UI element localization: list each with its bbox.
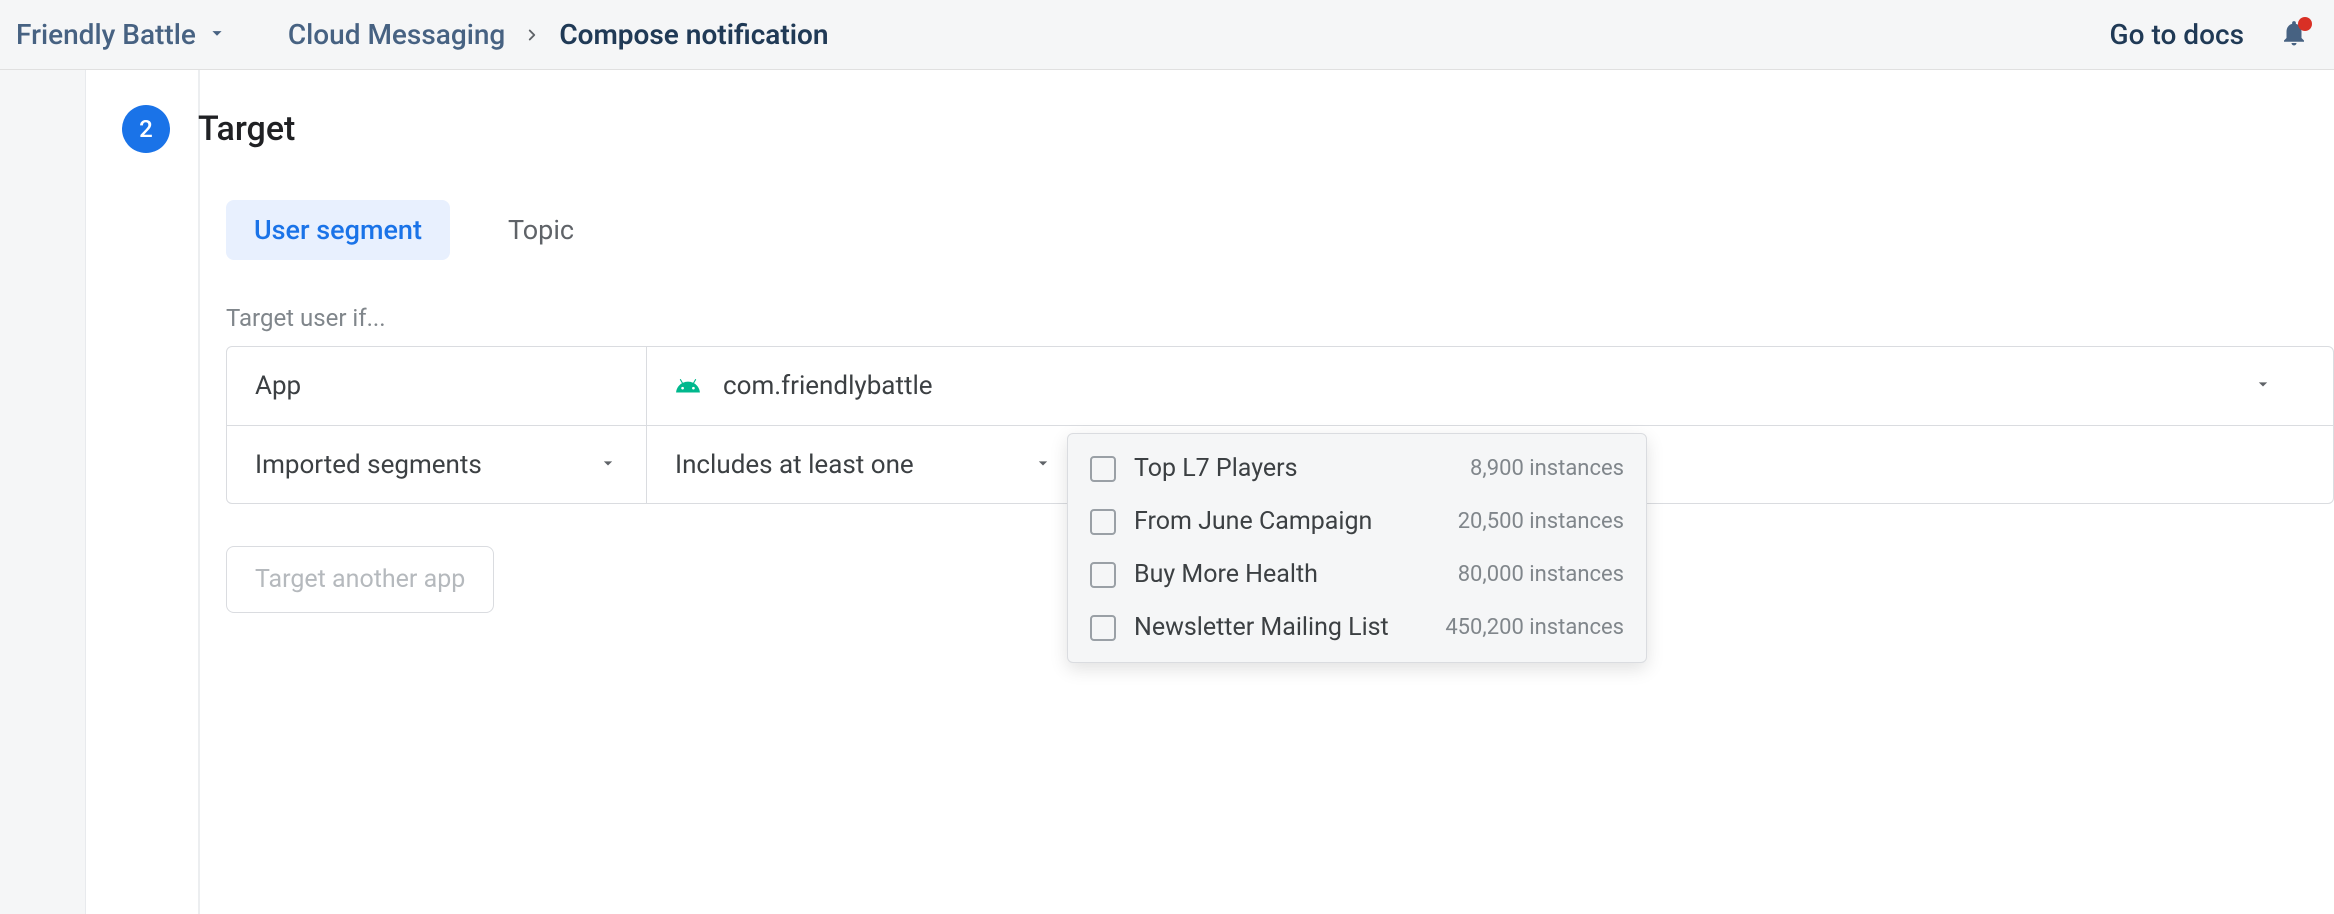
- tab-topic[interactable]: Topic: [480, 200, 602, 260]
- target-mode-tabs: User segment Topic: [226, 200, 2334, 260]
- app-id-value: com.friendlybattle: [723, 371, 933, 401]
- breadcrumb: Cloud Messaging Compose notification: [288, 18, 829, 51]
- segment-option-meta: 20,500 instances: [1458, 509, 1624, 534]
- step-number-badge: 2: [122, 105, 170, 153]
- step-title: Target: [198, 109, 295, 149]
- project-selector[interactable]: Friendly Battle: [16, 18, 228, 51]
- segment-option-label: Top L7 Players: [1134, 454, 1452, 483]
- tab-user-segment[interactable]: User segment: [226, 200, 450, 260]
- condition-type-label: Imported segments: [255, 450, 482, 480]
- condition-type-label: App: [255, 371, 301, 401]
- main-surface: 2 Target User segment Topic Target user …: [85, 70, 2334, 914]
- android-icon: [675, 373, 701, 399]
- project-name-label: Friendly Battle: [16, 18, 196, 51]
- segment-option-meta: 8,900 instances: [1470, 456, 1624, 481]
- condition-type-selector[interactable]: Imported segments: [227, 426, 647, 503]
- caret-down-icon: [598, 450, 618, 480]
- checkbox-icon[interactable]: [1090, 615, 1116, 641]
- segment-operator-selector[interactable]: Includes at least one: [647, 426, 1047, 503]
- target-hint: Target user if...: [226, 304, 2334, 332]
- step-header: 2 Target: [86, 105, 295, 153]
- notifications-button[interactable]: [2274, 15, 2314, 55]
- checkbox-icon[interactable]: [1090, 562, 1116, 588]
- checkbox-icon[interactable]: [1090, 456, 1116, 482]
- caret-down-icon: [2253, 371, 2303, 401]
- breadcrumb-link[interactable]: Cloud Messaging: [288, 18, 505, 51]
- header-bar: Friendly Battle Cloud Messaging Compose …: [0, 0, 2334, 70]
- segment-option[interactable]: Top L7 Players 8,900 instances: [1068, 442, 1646, 495]
- operator-label: Includes at least one: [675, 450, 914, 480]
- breadcrumb-current: Compose notification: [559, 18, 828, 51]
- condition-table: App com.friendlybattle Import: [226, 346, 2334, 504]
- segment-option-meta: 80,000 instances: [1458, 562, 1624, 587]
- target-another-app-button[interactable]: Target another app: [226, 546, 494, 613]
- segment-option-label: Newsletter Mailing List: [1134, 613, 1427, 642]
- segment-option-label: From June Campaign: [1134, 507, 1440, 536]
- caret-down-icon: [206, 18, 228, 51]
- go-to-docs-link[interactable]: Go to docs: [2110, 18, 2244, 51]
- condition-type-app: App: [227, 347, 647, 425]
- notification-dot-icon: [2298, 17, 2312, 31]
- checkbox-icon[interactable]: [1090, 509, 1116, 535]
- segment-option[interactable]: From June Campaign 20,500 instances: [1068, 495, 1646, 548]
- step-rail: [198, 70, 200, 914]
- app-selector[interactable]: com.friendlybattle: [647, 347, 2333, 425]
- caret-down-icon: [1033, 450, 1053, 480]
- segment-option-label: Buy More Health: [1134, 560, 1440, 589]
- chevron-right-icon: [523, 18, 541, 51]
- segment-option-meta: 450,200 instances: [1445, 615, 1624, 640]
- segment-option[interactable]: Buy More Health 80,000 instances: [1068, 548, 1646, 601]
- segment-option[interactable]: Newsletter Mailing List 450,200 instance…: [1068, 601, 1646, 654]
- condition-row-app: App com.friendlybattle: [227, 347, 2333, 425]
- step-content: User segment Topic Target user if... App…: [226, 200, 2334, 613]
- segments-dropdown: Top L7 Players 8,900 instances From June…: [1067, 433, 1647, 663]
